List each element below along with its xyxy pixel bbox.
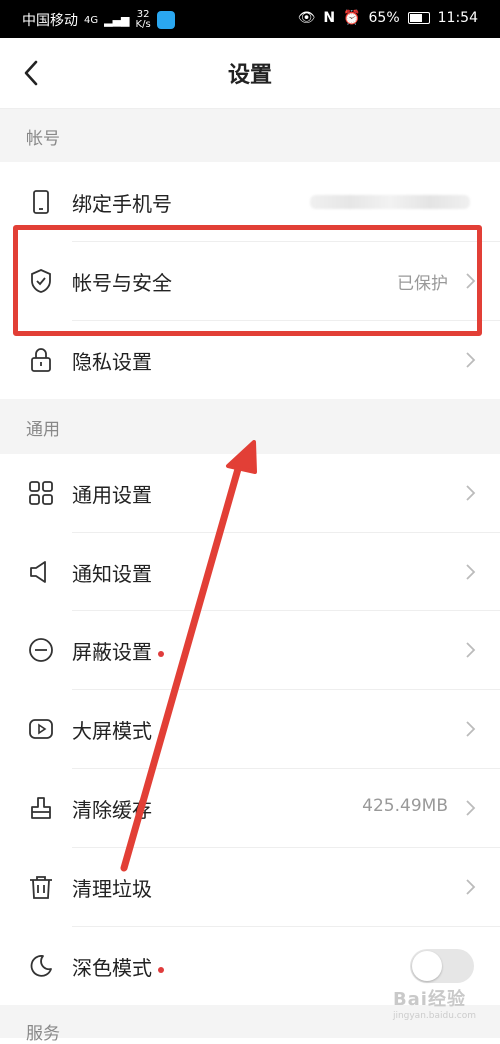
watermark-sub: jingyan.baidu.com [392, 1011, 476, 1021]
watermark-text: Bai经验 [392, 989, 466, 1010]
watermark: Bai经验 jingyan.baidu.com [393, 985, 476, 1021]
annotation-arrow [120, 440, 257, 872]
